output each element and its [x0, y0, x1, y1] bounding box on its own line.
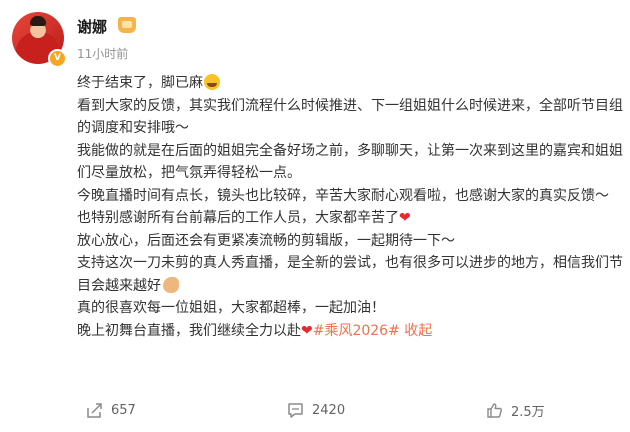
post-line: 今晚直播时间有点长，镜头也比较碎，辛苦大家耐心观看啦，也感谢大家的真实反馈～ [77, 187, 609, 204]
post-line: 支持这次一刀未剪的真人秀直播，是全新的尝试，也有很多可以进步的地方，相信我们节目… [77, 255, 623, 294]
post-line: 终于结束了，脚已麻 [77, 72, 625, 95]
user-name[interactable]: 谢娜 [77, 16, 107, 37]
heart-emoji-icon: ❤ [301, 322, 313, 339]
thumbs-up-icon [487, 402, 502, 418]
post-line: 也特别感谢所有台前幕后的工作人员，大家都辛苦了❤ [77, 210, 411, 226]
comment-icon [288, 402, 303, 418]
post-line: 我能做的就是在后面的姐姐完全备好场之前，多聊聊天，让第一次来到这里的嘉宾和姐姐们… [77, 142, 623, 182]
post-time[interactable]: 11小时前 [77, 45, 128, 62]
post-line: 放心放心，后面还会有更紧凑流畅的剪辑版，一起期待一下～ [77, 232, 455, 249]
like-button[interactable]: 2.5万 [486, 397, 545, 423]
hashtag-link[interactable]: #乘风2026# [313, 323, 400, 339]
comment-count: 2420 [312, 402, 346, 418]
post-line: 真的很喜欢每一位姐姐，大家都超棒，一起加油！ [77, 300, 385, 316]
comment-button[interactable]: 2420 [287, 397, 345, 423]
laughing-emoji-icon [204, 74, 220, 90]
action-bar: 657 2420 2.5万 [0, 397, 630, 423]
post-line: 看到大家的反馈，其实我们流程什么时候推进、下一组姐姐什么时候进来，全部听节目组的… [77, 97, 623, 137]
collapse-link[interactable]: 收起 [404, 323, 432, 339]
heart-emoji-icon: ❤ [399, 210, 411, 226]
share-count: 657 [111, 402, 136, 418]
post-content: 终于结束了，脚已麻 看到大家的反馈，其实我们流程什么时候推进、下一组姐姐什么时候… [77, 72, 625, 342]
vip-crown-icon[interactable] [118, 17, 136, 33]
muscle-emoji-icon [163, 276, 179, 293]
share-icon [87, 402, 102, 418]
post-line: 晚上初舞台直播，我们继续全力以赴❤#乘风2026# 收起 [77, 322, 433, 339]
like-count: 2.5万 [511, 404, 545, 420]
verified-badge-icon: V [48, 49, 67, 68]
share-button[interactable]: 657 [86, 397, 136, 423]
